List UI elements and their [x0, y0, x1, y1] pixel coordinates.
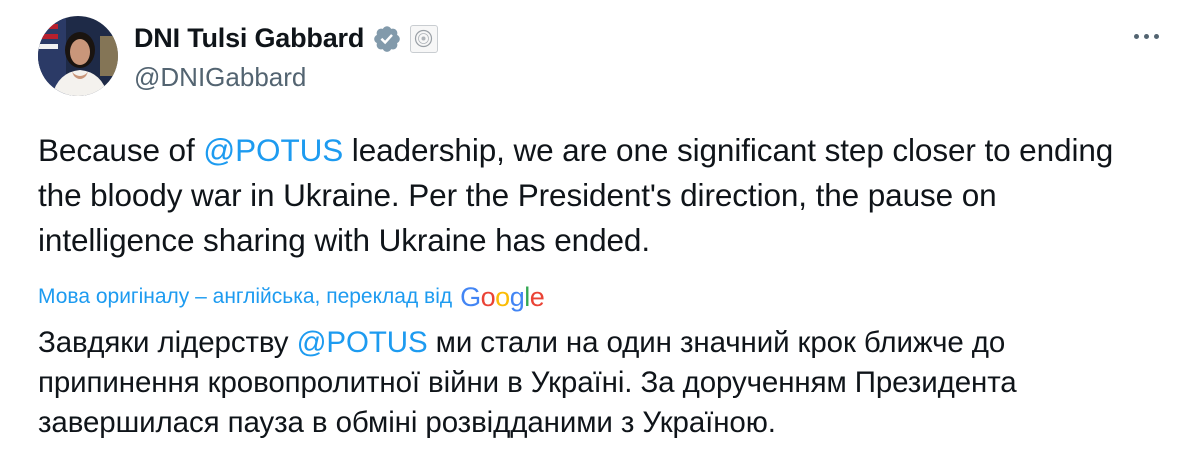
- author-identity: DNI Tulsi Gabbard @DNIGabbard: [134, 20, 439, 93]
- tweet-card[interactable]: DNI Tulsi Gabbard @DNIGabbard Because of…: [0, 0, 1194, 473]
- translation-notice[interactable]: Мова оригіналу – англійська, переклад ві…: [38, 280, 545, 314]
- avatar[interactable]: [38, 16, 118, 96]
- tweet-text: Because of @POTUS leadership, we are one…: [38, 128, 1158, 263]
- mention-link[interactable]: @POTUS: [203, 132, 343, 168]
- translated-mention-link[interactable]: @POTUS: [297, 326, 428, 359]
- dot: [1143, 33, 1149, 39]
- dot: [1133, 33, 1139, 39]
- author-handle[interactable]: @DNIGabbard: [134, 62, 438, 93]
- translation-notice-text: Мова оригіналу – англійська, переклад ві…: [38, 285, 453, 308]
- dot: [1153, 33, 1159, 39]
- translated-text: Завдяки лідерству @POTUS ми стали на оди…: [38, 323, 1168, 443]
- tweet-text-part1: Because of: [38, 132, 204, 168]
- name-row: DNI Tulsi Gabbard: [134, 20, 439, 58]
- verified-badge-icon[interactable]: [372, 24, 402, 54]
- display-name[interactable]: DNI Tulsi Gabbard: [134, 23, 364, 54]
- affiliation-seal-icon[interactable]: [410, 24, 439, 53]
- tweet-header: DNI Tulsi Gabbard @DNIGabbard: [38, 16, 439, 96]
- translated-text-part1: Завдяки лідерству: [38, 326, 297, 359]
- more-options-icon[interactable]: [1126, 24, 1166, 48]
- google-logo: Google: [460, 282, 545, 312]
- avatar-image: [38, 16, 118, 96]
